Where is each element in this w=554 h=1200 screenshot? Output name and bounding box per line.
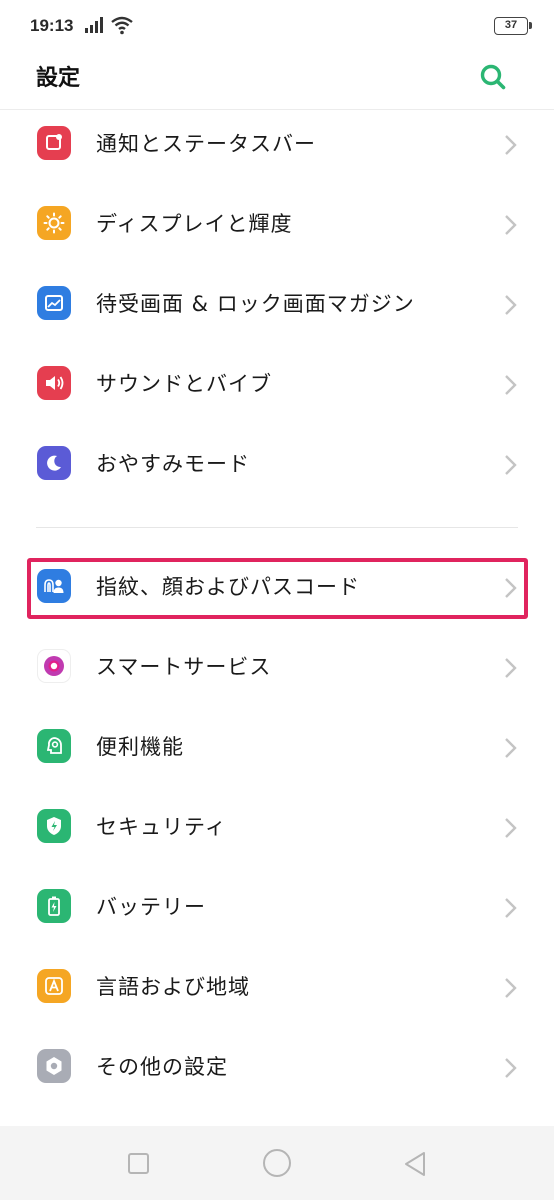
- notification-icon: [37, 126, 71, 160]
- chevron-right-icon: [505, 658, 517, 678]
- chevron-right-icon: [505, 135, 517, 155]
- brightness-icon: [37, 206, 71, 240]
- chevron-right-icon: [505, 898, 517, 918]
- settings-item-label: スマートサービス: [96, 655, 272, 679]
- chevron-right-icon: [505, 978, 517, 998]
- battery-icon: [37, 889, 71, 923]
- search-icon[interactable]: [476, 60, 510, 94]
- battery-icon: 37: [494, 17, 532, 35]
- fingerprint-face-icon: [37, 569, 71, 603]
- settings-item-wallpaper[interactable]: 待受画面 & ロック画面マガジン: [0, 266, 554, 346]
- more-settings-icon: [37, 1049, 71, 1083]
- settings-item-display[interactable]: ディスプレイと輝度: [0, 186, 554, 266]
- settings-item-notifications[interactable]: 通知とステータスバー: [0, 106, 554, 186]
- moon-icon: [37, 446, 71, 480]
- sound-icon: [37, 366, 71, 400]
- signal-icon: [85, 17, 103, 33]
- settings-item-security[interactable]: セキュリティ: [0, 789, 554, 869]
- settings-item-convenience[interactable]: 便利機能: [0, 709, 554, 789]
- settings-item-other-settings[interactable]: その他の設定: [0, 1029, 554, 1109]
- settings-item-fingerprint-face-passcode[interactable]: 指紋、顔およびパスコード: [0, 549, 554, 629]
- settings-item-label: おやすみモード: [96, 452, 250, 476]
- recent-apps-button[interactable]: [128, 1153, 149, 1174]
- smart-service-icon: [37, 649, 71, 683]
- settings-item-label: 待受画面 & ロック画面マガジン: [96, 292, 415, 316]
- chevron-right-icon: [505, 375, 517, 395]
- settings-item-label: その他の設定: [96, 1055, 228, 1079]
- settings-item-do-not-disturb[interactable]: おやすみモード: [0, 426, 554, 506]
- settings-item-label: バッテリー: [96, 895, 206, 919]
- back-button[interactable]: [402, 1150, 428, 1178]
- navigation-bar: [0, 1126, 554, 1200]
- settings-item-sound[interactable]: サウンドとバイブ: [0, 346, 554, 426]
- settings-item-label: サウンドとバイブ: [96, 372, 272, 396]
- settings-item-label: 指紋、顔およびパスコード: [96, 575, 360, 599]
- chevron-right-icon: [505, 455, 517, 475]
- status-bar: 19:13 37: [0, 0, 554, 52]
- chevron-right-icon: [505, 295, 517, 315]
- chevron-right-icon: [505, 215, 517, 235]
- settings-item-language-region[interactable]: 言語および地域: [0, 949, 554, 1029]
- settings-item-smart-service[interactable]: スマートサービス: [0, 629, 554, 709]
- settings-item-label: ディスプレイと輝度: [96, 212, 293, 236]
- settings-item-label: 言語および地域: [96, 975, 250, 999]
- home-button[interactable]: [263, 1149, 291, 1177]
- wallpaper-icon: [37, 286, 71, 320]
- wifi-icon: [111, 16, 133, 35]
- chevron-right-icon: [505, 818, 517, 838]
- convenience-icon: [37, 729, 71, 763]
- header: 設定: [0, 52, 554, 110]
- language-icon: [37, 969, 71, 1003]
- settings-item-battery[interactable]: バッテリー: [0, 869, 554, 949]
- chevron-right-icon: [505, 578, 517, 598]
- settings-item-label: セキュリティ: [96, 815, 227, 839]
- page-title: 設定: [36, 66, 81, 91]
- chevron-right-icon: [505, 738, 517, 758]
- chevron-right-icon: [505, 1058, 517, 1078]
- settings-item-label: 通知とステータスバー: [96, 132, 316, 156]
- settings-item-label: 便利機能: [96, 735, 184, 759]
- section-divider: [36, 527, 518, 528]
- status-time: 19:13: [30, 16, 74, 35]
- shield-icon: [37, 809, 71, 843]
